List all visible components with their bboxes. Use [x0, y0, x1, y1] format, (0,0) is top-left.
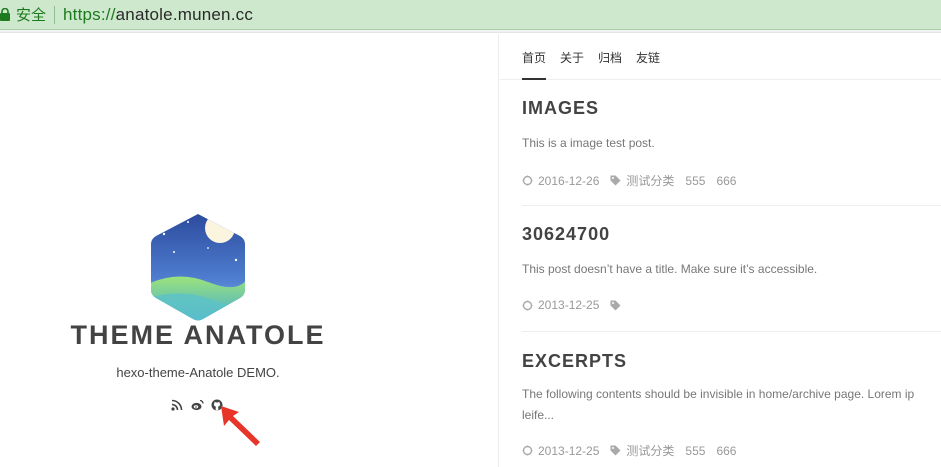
url-text[interactable]: https://anatole.munen.cc [63, 5, 253, 25]
weibo-icon[interactable] [191, 398, 204, 411]
site-description: hexo-theme-Anatole DEMO. [116, 365, 280, 380]
post-category[interactable]: 测试分类 [626, 172, 674, 189]
red-arrow-annotation [221, 406, 260, 446]
post-meta: 2016-12-26 测试分类 555 666 [522, 172, 941, 189]
post-tag[interactable]: 555 [685, 174, 705, 188]
nav-item-home[interactable]: 首页 [522, 49, 546, 66]
post-item: EXCERPTS The following contents should b… [522, 351, 941, 459]
social-links [171, 398, 223, 411]
nav-item-about[interactable]: 关于 [560, 49, 584, 66]
tag-icon [610, 300, 621, 311]
main-nav: 首页 关于 归档 友链 [522, 49, 660, 66]
post-date: 2016-12-26 [538, 173, 600, 188]
post-title[interactable]: 30624700 [522, 224, 941, 245]
post-category[interactable]: 测试分类 [626, 442, 674, 459]
post-tag[interactable]: 666 [716, 444, 736, 458]
post-title[interactable]: EXCERPTS [522, 351, 941, 372]
tag-icon [610, 445, 621, 456]
tag-icon [610, 175, 621, 186]
nav-divider [500, 79, 941, 80]
post-title[interactable]: IMAGES [522, 98, 941, 119]
url-scheme: https:// [63, 4, 116, 24]
sidebar [0, 34, 499, 467]
nav-active-indicator [522, 78, 546, 80]
post-divider [522, 205, 941, 206]
post-tag[interactable]: 555 [685, 444, 705, 458]
post-item: 30624700 This post doesn’t have a title.… [522, 224, 941, 312]
lock-icon [0, 8, 10, 21]
nav-item-links[interactable]: 友链 [636, 49, 660, 66]
post-meta: 2013-12-25 测试分类 555 666 [522, 442, 941, 459]
post-excerpt: The following contents should be invisib… [522, 384, 941, 426]
site-logo[interactable] [148, 212, 248, 324]
url-host: anatole.munen.cc [115, 4, 254, 24]
rss-icon[interactable] [171, 398, 183, 411]
calendar-icon [522, 445, 533, 456]
post-excerpt-line: The following contents should be invisib… [522, 387, 915, 401]
calendar-icon [522, 175, 533, 186]
post-excerpt-line: leife... [522, 408, 555, 422]
calendar-icon [522, 300, 533, 311]
post-meta: 2013-12-25 [522, 298, 941, 312]
address-separator [54, 5, 56, 24]
address-bar[interactable]: 安全 https://anatole.munen.cc [0, 0, 941, 30]
post-divider [522, 331, 941, 332]
post-excerpt: This post doesn’t have a title. Make sur… [522, 262, 818, 276]
post-date: 2013-12-25 [538, 443, 600, 458]
secure-label: 安全 [16, 7, 47, 24]
toolbar-strip [0, 30, 941, 33]
nav-item-archive[interactable]: 归档 [598, 49, 622, 66]
post-tag[interactable]: 666 [716, 174, 736, 188]
post-excerpt: This is a image test post. [522, 136, 655, 150]
site-title[interactable]: THEME ANATOLE [0, 320, 396, 351]
post-date: 2013-12-25 [538, 298, 600, 312]
post-item: IMAGES This is a image test post. 2016-1… [522, 98, 941, 189]
